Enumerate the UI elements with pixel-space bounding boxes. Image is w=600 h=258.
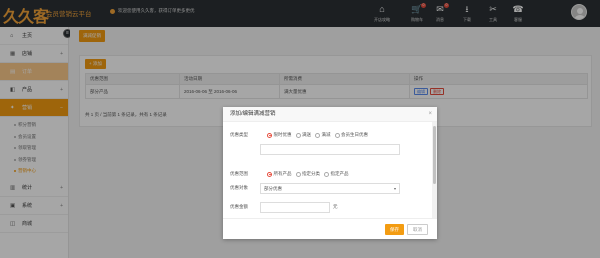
type-radio-group: 限时优惠 满送 满减 会员生日优惠 bbox=[267, 132, 368, 138]
field-label: 优惠类型 bbox=[230, 132, 248, 137]
scrollbar-thumb[interactable] bbox=[433, 126, 436, 184]
scope-radio-group: 所有产品 指定分类 指定产品 bbox=[267, 171, 349, 177]
type-row: 优惠类型 限时优惠 满送 满减 会员生日优惠 bbox=[230, 132, 430, 138]
object-row: 优惠对象 bbox=[230, 185, 260, 191]
radio-checked-icon bbox=[267, 132, 272, 138]
close-icon[interactable]: × bbox=[428, 107, 432, 122]
edit-promotion-dialog: 添加/编辑满减营销 × 优惠类型 限时优惠 满送 满减 会员生日优惠 优惠范围 … bbox=[223, 107, 437, 239]
radio-checked-icon bbox=[267, 171, 272, 177]
dialog-scrollbar[interactable] bbox=[432, 122, 437, 218]
dialog-body: 优惠类型 限时优惠 满送 满减 会员生日优惠 优惠范围 所有产品 指定分类 指定… bbox=[223, 122, 432, 218]
type-option-radio[interactable]: 会员生日优惠 bbox=[334, 132, 368, 138]
radio-icon bbox=[315, 132, 320, 138]
radio-icon bbox=[324, 171, 329, 177]
type-option-radio[interactable]: 满减 bbox=[315, 132, 331, 138]
save-button[interactable]: 保存 bbox=[385, 224, 404, 235]
dialog-header: 添加/编辑满减营销 × bbox=[223, 107, 437, 122]
scope-option-radio[interactable]: 指定分类 bbox=[295, 171, 320, 177]
scope-row: 优惠范围 所有产品 指定分类 指定产品 bbox=[230, 171, 430, 177]
type-detail-input[interactable] bbox=[260, 144, 400, 155]
object-select[interactable]: 部分优惠 ▾ bbox=[260, 183, 400, 194]
cancel-button[interactable]: 取消 bbox=[407, 224, 428, 235]
field-label: 优惠金额 bbox=[230, 204, 248, 209]
amount-row: 优惠金额 bbox=[230, 204, 260, 210]
type-option-radio[interactable]: 限时优惠 bbox=[267, 132, 292, 138]
amount-input[interactable] bbox=[260, 202, 330, 213]
scope-option-radio[interactable]: 指定产品 bbox=[324, 171, 349, 177]
radio-icon bbox=[295, 132, 301, 138]
field-label: 优惠范围 bbox=[230, 171, 248, 176]
scope-option-radio[interactable]: 所有产品 bbox=[267, 171, 292, 177]
amount-unit: 元 bbox=[333, 204, 338, 209]
dialog-title: 添加/编辑满减营销 bbox=[230, 111, 276, 117]
dialog-footer: 保存 取消 bbox=[223, 218, 437, 239]
type-option-radio[interactable]: 满送 bbox=[295, 132, 311, 138]
chevron-down-icon: ▾ bbox=[393, 186, 396, 191]
field-label: 优惠对象 bbox=[230, 185, 248, 190]
radio-icon bbox=[334, 132, 340, 138]
radio-icon bbox=[295, 171, 301, 177]
